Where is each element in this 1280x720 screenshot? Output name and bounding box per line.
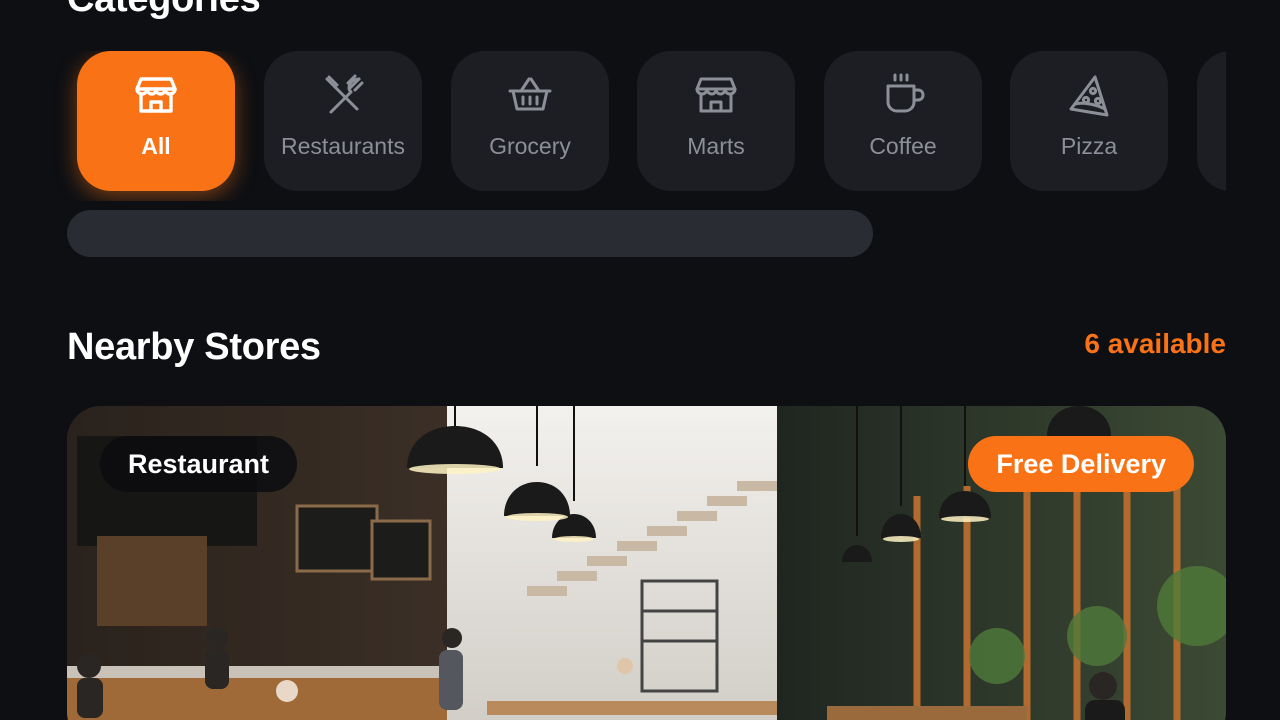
category-marts[interactable]: Marts <box>637 51 795 191</box>
storefront-icon <box>132 71 180 119</box>
fork-knife-icon <box>319 71 367 119</box>
category-list[interactable]: All Restaurants Grocery Marts Coffee Piz… <box>0 51 1226 201</box>
category-coffee[interactable]: Coffee <box>824 51 982 191</box>
available-count[interactable]: 6 available <box>1084 328 1226 360</box>
category-restaurants[interactable]: Restaurants <box>264 51 422 191</box>
category-grocery[interactable]: Grocery <box>451 51 609 191</box>
coffee-cup-icon <box>879 71 927 119</box>
categories-title: Categories <box>67 0 261 21</box>
store-card[interactable]: Restaurant Free Delivery <box>67 406 1226 720</box>
category-label: Coffee <box>869 133 937 159</box>
category-pizza[interactable]: Pizza <box>1010 51 1168 191</box>
category-partial[interactable] <box>1197 51 1226 191</box>
category-label: Pizza <box>1060 133 1118 159</box>
store-type-badge: Restaurant <box>100 436 298 492</box>
free-delivery-badge: Free Delivery <box>968 436 1194 492</box>
page: Categories All <box>0 0 1280 720</box>
category-all[interactable]: All <box>77 51 235 191</box>
category-scrollbar[interactable] <box>67 210 873 257</box>
category-label: Restaurants <box>280 133 405 159</box>
storefront-icon <box>692 71 740 119</box>
nearby-stores-title: Nearby Stores <box>67 326 321 368</box>
basket-icon <box>506 71 554 119</box>
pizza-slice-icon <box>1065 71 1113 119</box>
category-label: Grocery <box>489 133 571 159</box>
category-label: Marts <box>687 133 745 159</box>
category-label: All <box>141 133 171 159</box>
